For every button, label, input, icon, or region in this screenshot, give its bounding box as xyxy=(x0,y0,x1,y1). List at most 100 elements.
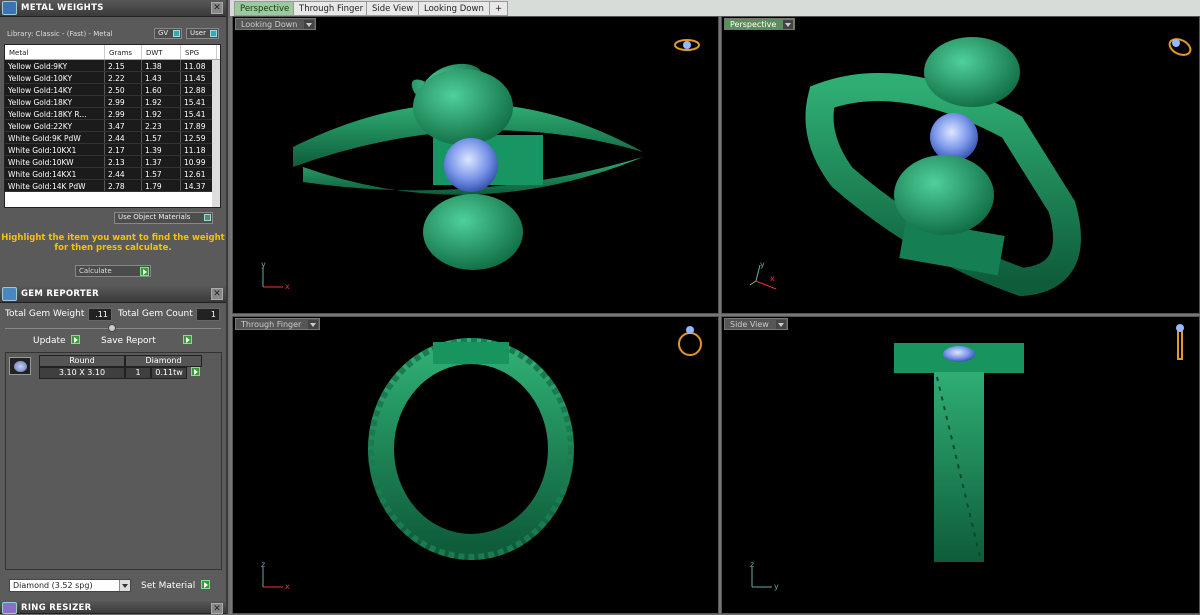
material-select[interactable]: Diamond (3.52 spg) xyxy=(9,579,131,592)
col-dwt[interactable]: DWT xyxy=(142,45,181,59)
table-cell: 1.39 xyxy=(142,144,181,155)
table-cell: White Gold:9K PdW xyxy=(5,132,105,143)
viewport-label-text: Looking Down xyxy=(241,20,298,29)
ring-model-side-view xyxy=(894,343,1024,562)
viewport-through-finger[interactable]: Through Finger zx xyxy=(232,316,719,614)
table-row[interactable]: Yellow Gold:14KY 2.50 1.60 12.88 xyxy=(5,84,220,96)
ring-model-top-view xyxy=(293,63,643,270)
viewport-label-side-view[interactable]: Side View xyxy=(724,318,788,330)
metal-weights-title: METAL WEIGHTS xyxy=(21,3,104,13)
table-cell: White Gold:10KW xyxy=(5,156,105,167)
ring-resizer-title: RING RESIZER xyxy=(21,603,92,613)
axis-z-label: z xyxy=(750,561,754,569)
viewport-label-text: Side View xyxy=(730,320,769,329)
set-material-label: Set Material xyxy=(141,581,196,591)
tab-perspective[interactable]: Perspective xyxy=(234,1,296,16)
table-row[interactable]: White Gold:14K PdW 2.78 1.79 14.37 xyxy=(5,180,220,192)
table-row[interactable]: Yellow Gold:18KY 2.99 1.92 15.41 xyxy=(5,96,220,108)
ring-orientation-icon xyxy=(1176,324,1184,360)
table-cell: 2.15 xyxy=(105,60,142,71)
table-cell: Yellow Gold:18KY R... xyxy=(5,108,105,119)
viewport-looking-down[interactable]: Looking Down yx xyxy=(232,16,719,314)
calculate-button[interactable]: Calculate xyxy=(75,265,151,277)
play-icon xyxy=(183,335,192,344)
table-cell: 1.60 xyxy=(142,84,181,95)
total-gem-count-label: Total Gem Count xyxy=(118,309,193,319)
table-cell: Yellow Gold:18KY xyxy=(5,96,105,107)
close-icon[interactable]: ✕ xyxy=(211,2,223,14)
slider-handle[interactable] xyxy=(108,324,116,332)
table-row[interactable]: Yellow Gold:22KY 3.47 2.23 17.89 xyxy=(5,120,220,132)
gem-weight: 0.11tw xyxy=(151,367,187,379)
gem-go-button[interactable] xyxy=(188,367,200,379)
table-row[interactable]: Yellow Gold:10KY 2.22 1.43 11.45 xyxy=(5,72,220,84)
user-checkbox-icon xyxy=(210,30,217,37)
viewport-side-view[interactable]: Side View zy xyxy=(721,316,1200,614)
gem-reporter-header: GEM REPORTER ✕ xyxy=(0,286,226,303)
total-gem-weight-value: .11 xyxy=(88,308,112,321)
metal-weights-header: METAL WEIGHTS ✕ xyxy=(0,0,226,17)
save-report-button[interactable]: Save Report xyxy=(101,335,193,348)
gv-toggle[interactable]: GV xyxy=(154,28,182,39)
ring-orientation-icon xyxy=(1168,38,1192,56)
metal-table[interactable]: Metal Grams DWT SPG Yellow Gold:9KY 2.15 1… xyxy=(4,44,221,208)
table-cell: White Gold:14K PdW xyxy=(5,180,105,191)
table-row[interactable]: White Gold:9K PdW 2.44 1.57 12.59 xyxy=(5,132,220,144)
viewport-label-through-finger[interactable]: Through Finger xyxy=(235,318,321,330)
table-row[interactable]: White Gold:10KX1 2.17 1.39 11.18 xyxy=(5,144,220,156)
use-object-materials-toggle[interactable]: Use Object Materials xyxy=(114,212,213,224)
col-spg[interactable]: SPG xyxy=(181,45,217,59)
add-tab-button[interactable]: + xyxy=(489,1,509,16)
tab-side-view[interactable]: Side View xyxy=(366,1,420,16)
table-cell: 2.78 xyxy=(105,180,142,191)
use-object-materials-label: Use Object Materials xyxy=(118,213,191,221)
user-label: User xyxy=(190,29,206,37)
gem-reporter-icon xyxy=(2,287,17,301)
metal-table-header: Metal Grams DWT SPG xyxy=(5,45,220,60)
set-material-button[interactable]: Set Material xyxy=(141,580,211,593)
tab-through-finger[interactable]: Through Finger xyxy=(293,1,370,16)
gv-label: GV xyxy=(158,29,169,37)
gem-count: 1 xyxy=(125,367,151,379)
gem-thumbnail xyxy=(9,357,31,375)
play-icon xyxy=(140,267,149,276)
viewport-label-text: Through Finger xyxy=(241,320,302,329)
chevron-down-icon xyxy=(783,20,794,29)
table-cell: White Gold:14KX1 xyxy=(5,168,105,179)
gem-reporter-title: GEM REPORTER xyxy=(21,289,99,299)
close-icon[interactable]: ✕ xyxy=(211,288,223,300)
gem-shape: Round xyxy=(39,355,125,367)
gem-type: Diamond xyxy=(125,355,202,367)
table-cell: 1.43 xyxy=(142,72,181,83)
table-cell: 2.50 xyxy=(105,84,142,95)
table-cell: 2.99 xyxy=(105,96,142,107)
axis-x-label: x xyxy=(285,582,290,591)
table-row[interactable]: White Gold:14KX1 2.44 1.57 12.61 xyxy=(5,168,220,180)
chevron-down-icon xyxy=(304,20,315,29)
col-grams[interactable]: Grams xyxy=(105,45,142,59)
close-icon[interactable]: ✕ xyxy=(211,603,223,614)
viewport-perspective[interactable]: Perspective yx xyxy=(721,16,1200,314)
update-button[interactable]: Update xyxy=(33,335,81,348)
vertical-scrollbar[interactable] xyxy=(212,60,220,207)
table-row[interactable]: White Gold:10KW 2.13 1.37 10.99 xyxy=(5,156,220,168)
axis-y-label: y xyxy=(261,261,266,269)
table-cell: 1.37 xyxy=(142,156,181,167)
update-label: Update xyxy=(33,336,66,346)
table-row[interactable]: Yellow Gold:18KY R... 2.99 1.92 15.41 xyxy=(5,108,220,120)
table-row[interactable]: Yellow Gold:9KY 2.15 1.38 11.08 xyxy=(5,60,220,72)
viewport-label-perspective[interactable]: Perspective xyxy=(724,18,796,30)
col-metal[interactable]: Metal xyxy=(5,45,105,59)
user-toggle[interactable]: User xyxy=(186,28,219,39)
table-cell: 2.99 xyxy=(105,108,142,119)
left-panel: METAL WEIGHTS ✕ Library: Classic - (Fast… xyxy=(0,0,228,614)
viewport-label-looking-down[interactable]: Looking Down xyxy=(235,18,317,30)
material-value: Diamond (3.52 spg) xyxy=(13,581,93,590)
round-diamond-icon xyxy=(14,361,27,372)
table-cell: Yellow Gold:10KY xyxy=(5,72,105,83)
table-cell: Yellow Gold:9KY xyxy=(5,60,105,71)
table-cell: 2.13 xyxy=(105,156,142,167)
tab-looking-down[interactable]: Looking Down xyxy=(418,1,490,16)
gem-list[interactable]: Round Diamond 3.10 X 3.10 1 0.11tw xyxy=(5,352,222,570)
table-cell: Yellow Gold:14KY xyxy=(5,84,105,95)
